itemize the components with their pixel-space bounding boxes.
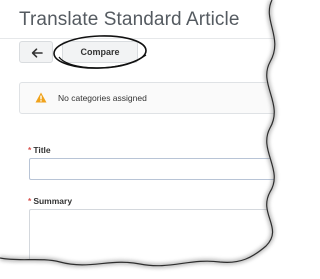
title-label-text: Title — [33, 145, 51, 155]
required-marker: * — [28, 196, 32, 206]
page-title: Translate Standard Article — [19, 9, 240, 30]
back-button[interactable] — [19, 41, 53, 63]
required-marker: * — [28, 145, 32, 155]
summary-field-label: * Summary — [28, 196, 72, 206]
header-divider — [0, 38, 300, 39]
article-form-page: Translate Standard Article Compare No ca… — [0, 0, 300, 279]
alert-message: No categories assigned — [58, 93, 147, 103]
title-field-label: * Title — [28, 145, 51, 155]
summary-input[interactable] — [29, 209, 300, 269]
warning-triangle-icon — [35, 92, 47, 103]
categories-alert: No categories assigned — [19, 82, 300, 114]
screenshot-stage: Translate Standard Article Compare No ca… — [0, 0, 300, 279]
summary-label-text: Summary — [33, 196, 73, 206]
compare-button[interactable]: Compare — [62, 41, 138, 63]
arrow-left-icon — [31, 48, 43, 58]
title-input[interactable] — [29, 158, 300, 180]
